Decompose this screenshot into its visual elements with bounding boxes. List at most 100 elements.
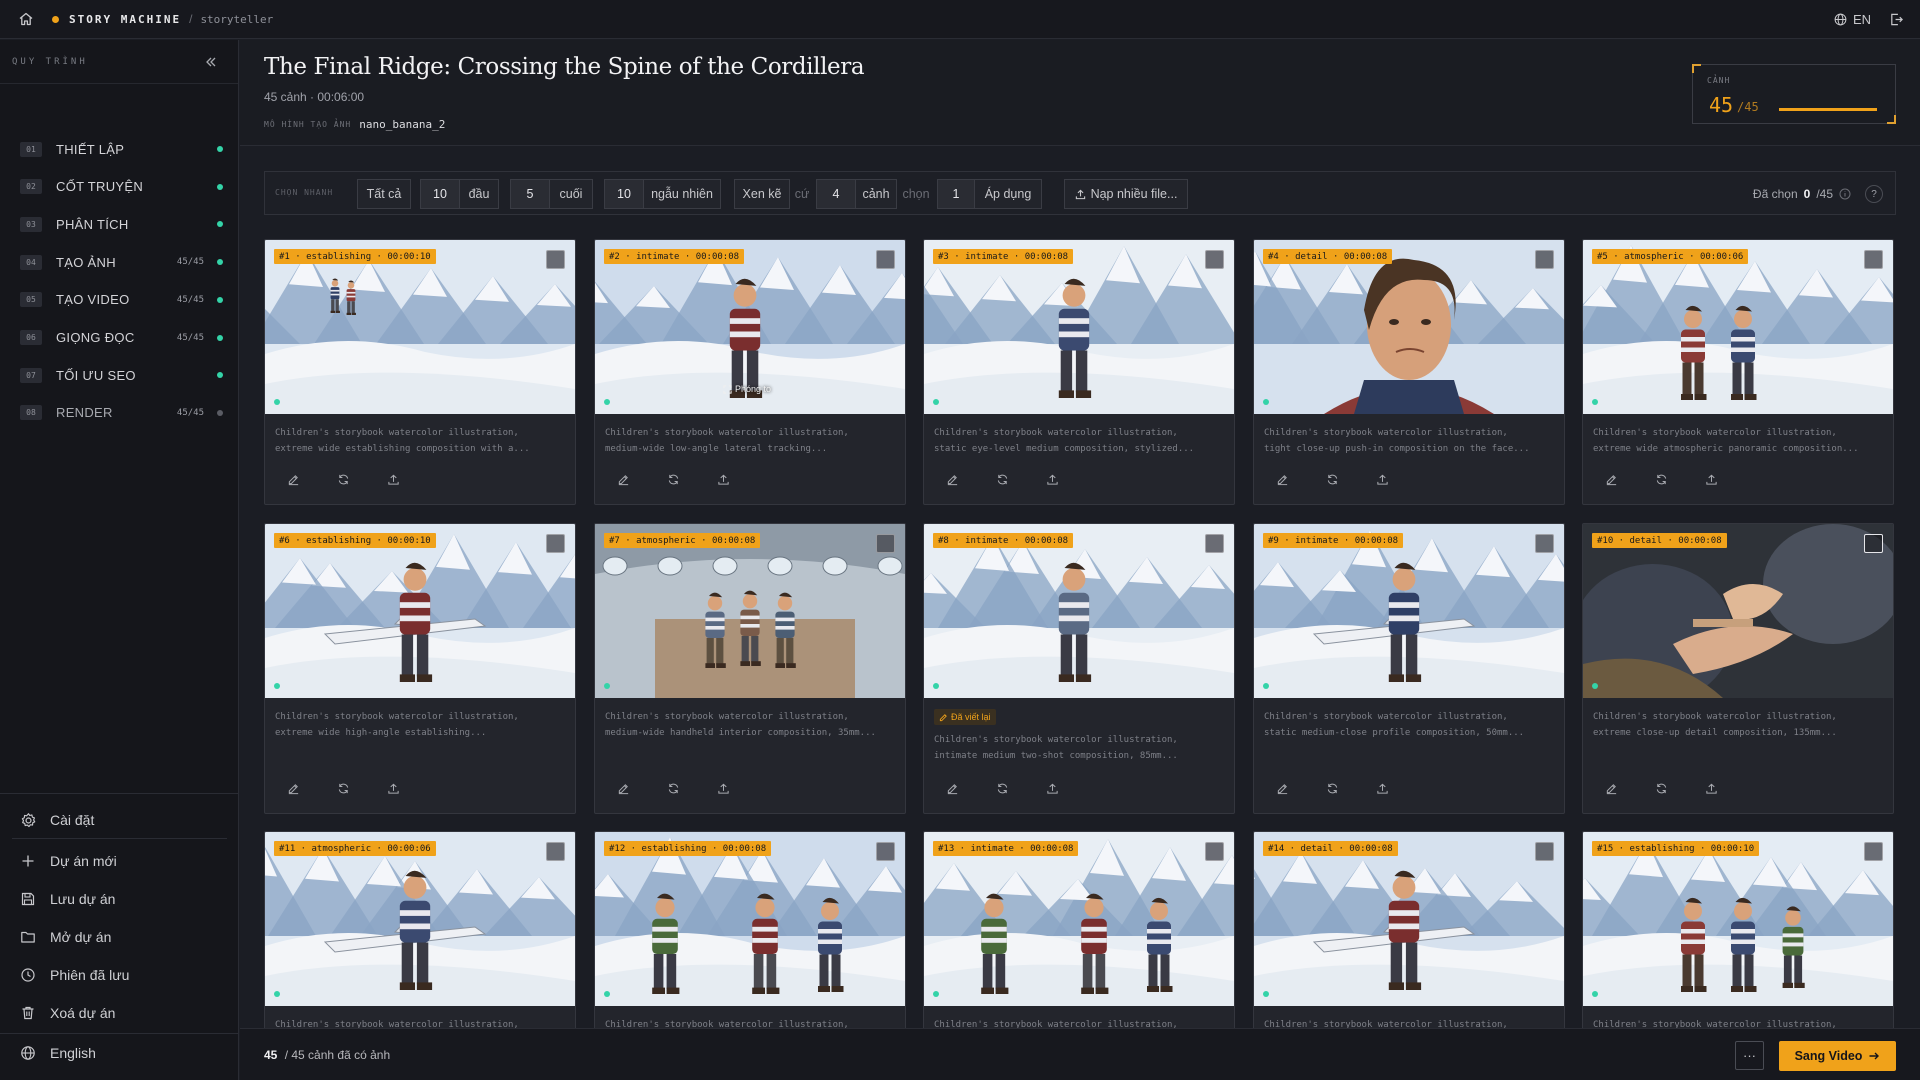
scene-select-checkbox[interactable]: [876, 534, 895, 553]
logout-icon[interactable]: [1889, 12, 1904, 27]
sidebar-step[interactable]: 08 RENDER 45/45: [0, 398, 239, 428]
delete-project-menu-item[interactable]: Xoá dự án: [0, 998, 239, 1028]
breadcrumb[interactable]: storyteller: [200, 13, 273, 26]
scene-select-checkbox[interactable]: [1205, 250, 1224, 269]
open-project-menu-item[interactable]: Mở dự án: [0, 922, 239, 952]
edit-prompt-icon[interactable]: [617, 782, 630, 795]
language-switch[interactable]: EN: [1834, 12, 1871, 27]
scene-thumbnail[interactable]: [595, 832, 905, 1006]
sidebar-step[interactable]: 02 CỐT TRUYỆN: [0, 172, 239, 202]
apply-button[interactable]: Áp dụng: [974, 179, 1042, 209]
scene-card[interactable]: #8 · intimate · 00:00:08 Đã viết lại Child…: [923, 523, 1235, 814]
scene-thumbnail[interactable]: [1583, 240, 1893, 414]
sidebar-step[interactable]: 04 TẠO ẢNH 45/45: [0, 247, 239, 277]
upload-image-icon[interactable]: [1046, 473, 1059, 486]
edit-prompt-icon[interactable]: [617, 473, 630, 486]
first-n-button[interactable]: đầu: [459, 179, 499, 209]
scene-thumbnail[interactable]: [1254, 832, 1564, 1006]
scene-select-checkbox[interactable]: [1864, 534, 1883, 553]
save-project-menu-item[interactable]: Lưu dự án: [0, 884, 239, 914]
sidebar-step[interactable]: 03 PHÂN TÍCH: [0, 209, 239, 239]
scene-thumbnail[interactable]: [595, 524, 905, 698]
sidebar-step[interactable]: 06 GIỌNG ĐỌC 45/45: [0, 323, 239, 353]
saved-sessions-menu-item[interactable]: Phiên đã lưu: [0, 960, 239, 990]
scene-select-checkbox[interactable]: [1535, 842, 1554, 861]
regenerate-icon[interactable]: [1655, 473, 1668, 486]
upload-image-icon[interactable]: [717, 782, 730, 795]
edit-prompt-icon[interactable]: [1276, 473, 1289, 486]
settings-menu-item[interactable]: Cài đặt: [0, 805, 239, 835]
next-video-button[interactable]: Sang Video: [1779, 1041, 1896, 1071]
new-project-menu-item[interactable]: Dự án mới: [0, 846, 239, 876]
scene-thumbnail[interactable]: [924, 240, 1234, 414]
collapse-sidebar-icon[interactable]: [204, 55, 218, 69]
scene-card[interactable]: #9 · intimate · 00:00:08 Children's story…: [1253, 523, 1565, 814]
scene-card[interactable]: #4 · detail · 00:00:08 Children's storybo…: [1253, 239, 1565, 505]
upload-image-icon[interactable]: [717, 473, 730, 486]
edit-prompt-icon[interactable]: [1605, 473, 1618, 486]
scene-select-checkbox[interactable]: [876, 842, 895, 861]
pick-count-input[interactable]: 1: [937, 179, 975, 209]
edit-prompt-icon[interactable]: [946, 782, 959, 795]
interleave-step-input[interactable]: 4: [816, 179, 856, 209]
regenerate-icon[interactable]: [667, 782, 680, 795]
scene-select-checkbox[interactable]: [1205, 534, 1224, 553]
language-menu-item[interactable]: English: [0, 1038, 239, 1068]
scene-thumbnail[interactable]: [1254, 524, 1564, 698]
scene-thumbnail[interactable]: [265, 524, 575, 698]
scene-select-checkbox[interactable]: [546, 250, 565, 269]
interleave-button[interactable]: Xen kẽ: [734, 179, 790, 209]
regenerate-icon[interactable]: [1326, 473, 1339, 486]
upload-image-icon[interactable]: [1376, 782, 1389, 795]
scene-select-checkbox[interactable]: [876, 250, 895, 269]
scene-card[interactable]: #5 · atmospheric · 00:00:06 Children's st…: [1582, 239, 1894, 505]
scene-thumbnail[interactable]: [924, 832, 1234, 1006]
upload-image-icon[interactable]: [1705, 473, 1718, 486]
regenerate-icon[interactable]: [337, 782, 350, 795]
scene-select-checkbox[interactable]: [546, 534, 565, 553]
scene-select-checkbox[interactable]: [1535, 250, 1554, 269]
upload-image-icon[interactable]: [387, 473, 400, 486]
scene-thumbnail[interactable]: [1583, 832, 1893, 1006]
regenerate-icon[interactable]: [667, 473, 680, 486]
more-options-button[interactable]: ···: [1735, 1041, 1764, 1070]
upload-image-icon[interactable]: [387, 782, 400, 795]
select-all-button[interactable]: Tất cả: [357, 179, 411, 209]
scene-thumbnail[interactable]: [265, 240, 575, 414]
scene-select-checkbox[interactable]: [1864, 250, 1883, 269]
scene-select-checkbox[interactable]: [1535, 534, 1554, 553]
regenerate-icon[interactable]: [337, 473, 350, 486]
first-n-input[interactable]: 10: [420, 179, 460, 209]
scene-card[interactable]: #3 · intimate · 00:00:08 Children's story…: [923, 239, 1235, 505]
scene-card[interactable]: #10 · detail · 00:00:08 Children's storyb…: [1582, 523, 1894, 814]
sidebar-step[interactable]: 05 TẠO VIDEO 45/45: [0, 285, 239, 315]
scene-select-checkbox[interactable]: [1864, 842, 1883, 861]
scene-thumbnail[interactable]: [265, 832, 575, 1006]
edit-prompt-icon[interactable]: [1276, 782, 1289, 795]
edit-prompt-icon[interactable]: [287, 473, 300, 486]
scene-card[interactable]: #1 · establishing · 00:00:10 Children's s…: [264, 239, 576, 505]
sidebar-step[interactable]: 07 TỐI ƯU SEO: [0, 360, 239, 390]
upload-image-icon[interactable]: [1376, 473, 1389, 486]
edit-prompt-icon[interactable]: [287, 782, 300, 795]
last-n-button[interactable]: cuối: [549, 179, 593, 209]
regenerate-icon[interactable]: [1326, 782, 1339, 795]
regenerate-icon[interactable]: [1655, 782, 1668, 795]
upload-image-icon[interactable]: [1046, 782, 1059, 795]
scene-thumbnail[interactable]: [924, 524, 1234, 698]
random-n-input[interactable]: 10: [604, 179, 644, 209]
upload-files-button[interactable]: Nạp nhiều file...: [1064, 179, 1188, 209]
scene-select-checkbox[interactable]: [1205, 842, 1224, 861]
home-icon[interactable]: [18, 11, 34, 27]
zoom-overlay[interactable]: Phóng to: [723, 384, 771, 394]
edit-prompt-icon[interactable]: [1605, 782, 1618, 795]
regenerate-icon[interactable]: [996, 473, 1009, 486]
scene-card[interactable]: #7 · atmospheric · 00:00:08 Children's st…: [594, 523, 906, 814]
regenerate-icon[interactable]: [996, 782, 1009, 795]
scene-card[interactable]: #6 · establishing · 00:00:10 Children's s…: [264, 523, 576, 814]
scene-thumbnail[interactable]: [1583, 524, 1893, 698]
scene-thumbnail[interactable]: [1254, 240, 1564, 414]
edit-prompt-icon[interactable]: [946, 473, 959, 486]
help-button[interactable]: ?: [1865, 185, 1883, 203]
sidebar-step[interactable]: 01 THIẾT LẬP: [0, 134, 239, 164]
